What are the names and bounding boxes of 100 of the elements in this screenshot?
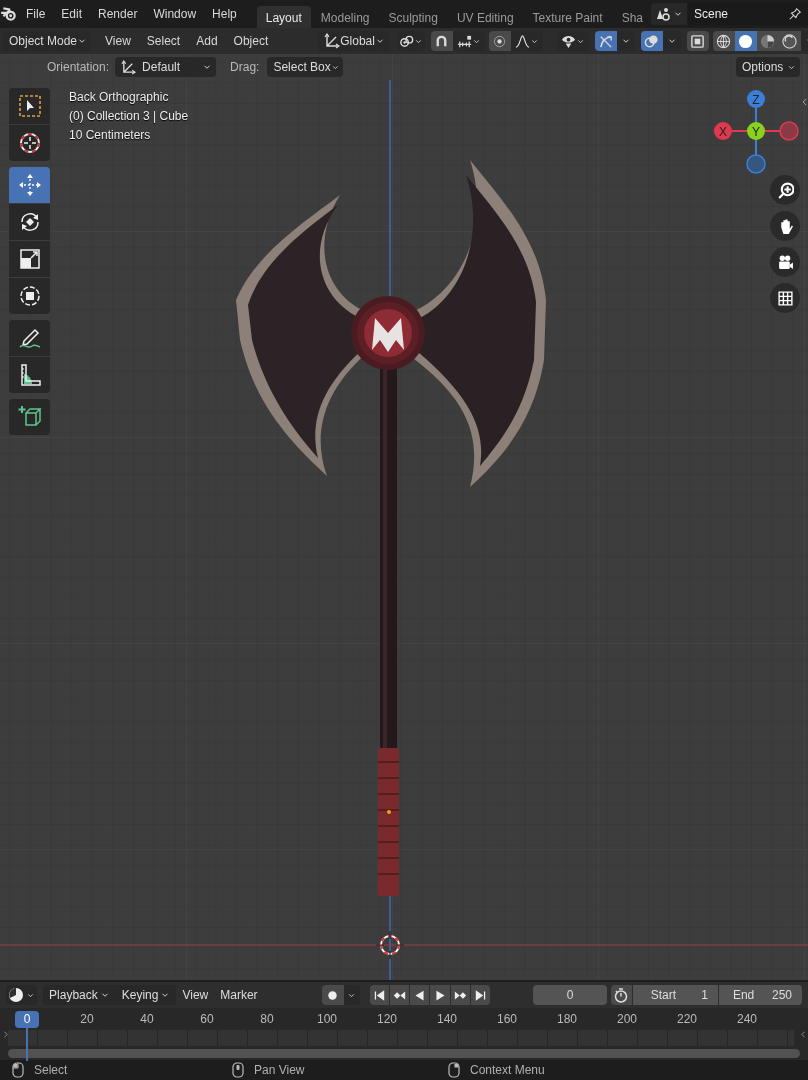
menu-dropdown[interactable]: Playback — [43, 985, 116, 1005]
play-reverse-button[interactable] — [410, 985, 430, 1005]
menu-dropdown[interactable]: Keying — [115, 985, 177, 1005]
pencil-icon — [17, 326, 42, 350]
shading-mode-button[interactable] — [734, 31, 757, 51]
menu-item[interactable]: File — [18, 7, 54, 21]
select-box-tool[interactable] — [9, 88, 50, 124]
select-box-icon — [17, 94, 42, 118]
move-arrows-tool[interactable] — [9, 167, 50, 203]
menu-item[interactable]: Marker — [214, 985, 264, 1005]
stopwatch-icon — [613, 987, 630, 1003]
orientation-default-dropdown[interactable]: Default — [115, 57, 217, 77]
menu-item[interactable]: Render — [90, 7, 146, 21]
scene-type-button[interactable] — [651, 3, 687, 25]
viewport-info-text: Back Orthographic — [69, 89, 170, 105]
playhead-frame[interactable]: 0 — [15, 1010, 39, 1028]
drag-dropdown[interactable]: Select Box — [267, 57, 344, 77]
falloff-dropdown[interactable] — [510, 31, 543, 51]
frame-number: 200 — [616, 1012, 638, 1026]
ruler-tool[interactable] — [9, 357, 50, 393]
pivot-dropdown[interactable] — [396, 31, 425, 51]
wireframe-sphere-icon — [716, 33, 732, 49]
mouse-left-icon — [10, 1062, 26, 1078]
frame-number: 180 — [556, 1012, 578, 1026]
menu-item[interactable]: Select — [138, 34, 189, 48]
eye-icon — [560, 33, 576, 49]
frame-number: 140 — [436, 1012, 458, 1026]
orientation-label: Orientation: — [47, 60, 110, 74]
add-cube-icon — [17, 405, 42, 429]
workspace-tab[interactable]: Sculpting — [379, 6, 447, 28]
jump-start-button[interactable] — [369, 985, 389, 1005]
magnet-toggle[interactable] — [430, 31, 453, 51]
frame-number: 240 — [736, 1012, 758, 1026]
scene-icon — [655, 6, 671, 22]
shading-mode-button[interactable] — [778, 31, 801, 51]
dot-circle-toggle[interactable] — [488, 31, 511, 51]
workspace-tab[interactable]: Texture Paint — [523, 6, 612, 28]
menu-item[interactable]: Window — [145, 7, 205, 21]
navigation-gizmo[interactable]: Z X Y — [714, 90, 799, 174]
start-frame-field[interactable]: Start 1 — [632, 985, 718, 1005]
frame-number: 40 — [139, 1012, 155, 1026]
overlay-circles-icon — [644, 33, 660, 49]
current-frame-field[interactable]: 0 — [533, 985, 607, 1005]
axis-label: Y — [752, 124, 760, 139]
axis-label: X — [719, 124, 727, 139]
3d-cursor-icon — [375, 930, 405, 960]
status-hint: Pan View — [254, 1063, 305, 1077]
menu-item[interactable]: Object — [225, 34, 277, 48]
frame-number: 60 — [199, 1012, 215, 1026]
grid-icon — [776, 289, 794, 307]
editor-type-dropdown[interactable] — [6, 985, 38, 1005]
transform-tool[interactable] — [9, 278, 50, 314]
rotate-tool[interactable] — [9, 204, 50, 240]
menu-item[interactable]: Add — [188, 34, 226, 48]
arrow-curve-toggle[interactable] — [594, 31, 617, 51]
menu-item[interactable]: Help — [204, 7, 245, 21]
jump-end-button[interactable] — [471, 985, 491, 1005]
zoom-icon — [776, 181, 794, 199]
drag-label: Drag: — [230, 60, 260, 74]
xray-square-toggle[interactable] — [686, 31, 709, 51]
clock-icon — [8, 987, 24, 1003]
end-frame-field[interactable]: End 250 — [718, 985, 802, 1005]
frame-number: 220 — [676, 1012, 698, 1026]
eye-toggle[interactable] — [556, 31, 589, 51]
rendered-sphere-icon — [782, 33, 798, 49]
workspace-tab[interactable]: Layout — [256, 6, 311, 28]
workspace-tab[interactable]: Sha — [612, 6, 651, 28]
play-icon — [433, 988, 447, 1002]
pencil-tool[interactable] — [9, 320, 50, 356]
frame-number: 20 — [79, 1012, 95, 1026]
previous-keyframe-button[interactable] — [389, 985, 410, 1005]
next-keyframe-button[interactable] — [450, 985, 470, 1005]
mouse-middle-icon — [230, 1062, 246, 1078]
mode-dropdown[interactable]: Object Mode — [3, 31, 92, 51]
options-dropdown[interactable]: Options — [736, 57, 800, 77]
curve-icon — [514, 33, 530, 49]
menu-item[interactable]: Edit — [53, 7, 91, 21]
transform-icon — [17, 284, 42, 308]
workspace-tab[interactable]: Modeling — [311, 6, 379, 28]
cursor-target-icon — [17, 131, 42, 155]
play-button[interactable] — [430, 985, 450, 1005]
workspace-tab[interactable]: UV Editing — [447, 6, 523, 28]
overlay-circles-toggle[interactable] — [640, 31, 663, 51]
frame-number: 80 — [259, 1012, 275, 1026]
circles-icon — [398, 33, 414, 49]
scale-tool[interactable] — [9, 241, 50, 277]
cursor-target-tool[interactable] — [9, 125, 50, 161]
shading-mode-button[interactable] — [756, 31, 779, 51]
menu-item[interactable]: View — [97, 34, 139, 48]
add-cube-tool[interactable] — [9, 399, 50, 435]
shading-mode-button[interactable] — [712, 31, 735, 51]
snap-target-dropdown[interactable] — [452, 31, 485, 51]
preview-range-toggle[interactable] — [610, 985, 632, 1005]
record-button[interactable] — [321, 985, 344, 1005]
menu-item[interactable]: View — [176, 985, 215, 1005]
axes-icon — [324, 33, 341, 49]
orientation-dropdown[interactable]: Global — [318, 31, 389, 51]
frame-number: 120 — [376, 1012, 398, 1026]
material-sphere-icon — [760, 33, 776, 49]
scrollbar[interactable] — [8, 1049, 800, 1058]
